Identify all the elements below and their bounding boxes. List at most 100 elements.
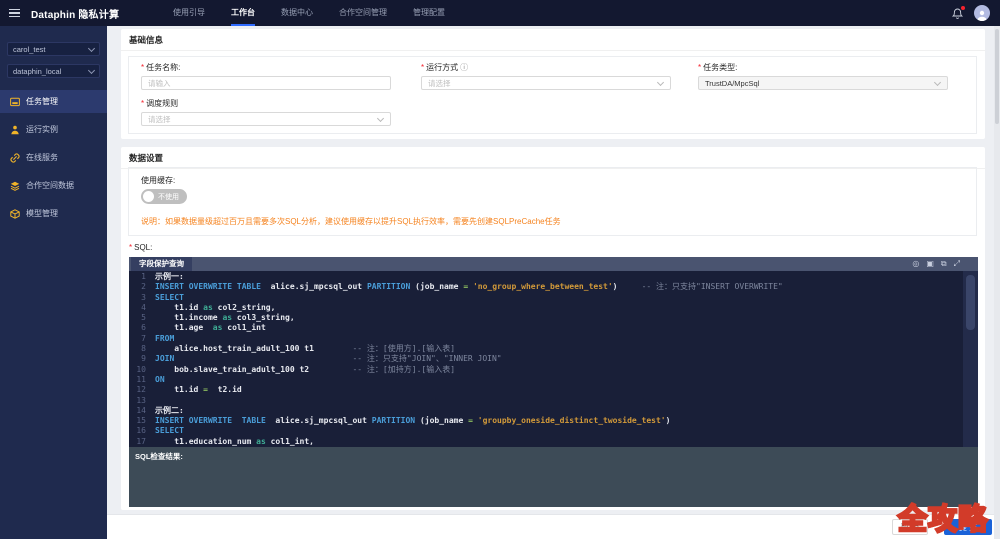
required-mark: * — [141, 63, 144, 72]
sidebar-item-1[interactable]: 运行实例 — [0, 118, 107, 141]
section-title-basic-info: 基础信息 — [121, 29, 985, 51]
required-mark: * — [129, 243, 132, 252]
editor-scrollbar-thumb[interactable] — [966, 275, 975, 330]
top-nav-item-2[interactable]: 数据中心 — [281, 0, 313, 26]
chevron-down-icon — [934, 79, 941, 86]
required-mark: * — [141, 99, 144, 108]
person-icon — [10, 125, 20, 135]
field-task-name: *任务名称: 请输入 — [141, 62, 391, 90]
code-line: 16SELECT — [133, 426, 963, 436]
page-scrollbar-thumb[interactable] — [995, 29, 999, 124]
code-line: 11ON — [133, 375, 963, 385]
code-line: 15INSERT OVERWRITE TABLE alice.sj_mpcsql… — [133, 416, 963, 426]
code-line: 4 t1.id as col2_string, — [133, 303, 963, 313]
topbar-actions — [952, 0, 990, 26]
cube-icon — [10, 209, 20, 219]
user-avatar[interactable] — [974, 5, 990, 21]
section-title-data-settings: 数据设置 — [121, 147, 985, 169]
top-nav-item-1[interactable]: 工作台 — [231, 0, 255, 26]
code-line: 3SELECT — [133, 293, 963, 303]
cancel-button[interactable]: 取 消 — [892, 519, 928, 535]
workspace-select-value: carol_test — [13, 45, 46, 54]
run-mode-select[interactable]: 请选择 — [421, 76, 671, 90]
sidebar-item-label: 模型管理 — [26, 208, 58, 219]
submit-button[interactable]: 提 交 — [944, 519, 992, 535]
required-mark: * — [698, 63, 701, 72]
sidebar-item-2[interactable]: 在线服务 — [0, 146, 107, 169]
chevron-down-icon — [657, 79, 664, 86]
sql-check-result-panel: SQL检查结果: — [129, 447, 978, 507]
task-name-input[interactable]: 请输入 — [141, 76, 391, 90]
workspace-select[interactable]: carol_test — [7, 42, 100, 56]
cache-note: 说明：如果数据量级超过百万且需要多次SQL分析，建议使用缓存以提升SQL执行效率… — [141, 216, 561, 227]
top-nav: 使用引导 工作台 数据中心合作空间管理管理配置 — [173, 0, 445, 26]
editor-tab[interactable]: 字段保护查询 — [131, 257, 192, 271]
editor-header: 字段保护查询 ◎ ▣ ⧉ ⤢ — [129, 257, 978, 271]
field-run-mode: *运行方式ⓘ 请选择 — [421, 62, 671, 90]
chevron-down-icon — [88, 66, 95, 73]
top-nav-item-3[interactable]: 合作空间管理 — [339, 0, 387, 26]
sidebar-item-3[interactable]: 合作空间数据 — [0, 174, 107, 197]
schedule-rule-select[interactable]: 请选择 — [141, 112, 391, 126]
top-nav-item-0[interactable]: 使用引导 — [173, 0, 205, 26]
cache-panel: 使用缓存: 不使用 说明：如果数据量级超过百万且需要多次SQL分析，建议使用缓存… — [128, 167, 977, 236]
code-line: 14示例二: — [133, 406, 963, 416]
code-line: 17 t1.education_num as col1_int, — [133, 437, 963, 447]
basic-info-panel: *任务名称: 请输入 *运行方式ⓘ 请选择 *任务类型: TrustDA/Mpc… — [128, 56, 977, 134]
sidebar-item-label: 运行实例 — [26, 124, 58, 135]
link-icon — [10, 153, 20, 163]
sidebar-item-label: 合作空间数据 — [26, 180, 74, 191]
app-title: Dataphin 隐私计算 — [31, 6, 119, 21]
app-window: Dataphin 隐私计算 使用引导 工作台 数据中心合作空间管理管理配置 caro… — [0, 0, 1000, 539]
notification-dot — [961, 6, 965, 10]
project-select[interactable]: dataphin_local — [7, 64, 100, 78]
editor-toolbar: ◎ ▣ ⧉ ⤢ — [912, 257, 978, 271]
top-nav-item-4[interactable]: 管理配置 — [413, 0, 445, 26]
cache-toggle[interactable]: 不使用 — [141, 189, 187, 204]
field-schedule-rule: *调度规则 请选择 — [141, 98, 391, 126]
code-area[interactable]: 1示例一:2INSERT OVERWRITE TABLE alice.sj_mp… — [129, 271, 963, 447]
footer-bar: 取 消 提 交 — [107, 514, 1000, 539]
code-line: 9JOIN -- 注：只支持"JOIN"、"INNER JOIN" — [133, 354, 963, 364]
required-mark: * — [421, 63, 424, 72]
sidebar-item-0[interactable]: 任务管理 — [0, 90, 107, 113]
chevron-down-icon — [88, 44, 95, 51]
code-line: 1示例一: — [133, 272, 963, 282]
code-line: 13 — [133, 396, 963, 406]
code-line: 10 bob.slave_train_adult_100 t2 -- 注：[加持… — [133, 365, 963, 375]
sql-check-result-label: SQL检查结果: — [135, 452, 183, 461]
data-settings-section: 数据设置 使用缓存: 不使用 说明：如果数据量级超过百万且需要多次SQL分析，建… — [121, 147, 985, 510]
notification-bell-icon[interactable] — [952, 7, 963, 19]
sidebar: carol_test dataphin_local 任务管理运行实例在线服务合作… — [0, 26, 107, 539]
sidebar-item-label: 任务管理 — [26, 96, 58, 107]
code-line: 8 alice.host_train_adult_100 t1 -- 注：[使用… — [133, 344, 963, 354]
fullscreen-icon[interactable]: ⤢ — [954, 257, 960, 271]
toggle-knob-icon — [143, 191, 154, 202]
format-icon[interactable]: ◎ — [912, 257, 919, 271]
layers-icon — [10, 181, 20, 191]
sql-label: *SQL: — [129, 243, 152, 252]
editor-scrollbar — [963, 271, 978, 447]
field-task-type: *任务类型: TrustDA/MpcSql — [698, 62, 948, 90]
basic-info-section: 基础信息 *任务名称: 请输入 *运行方式ⓘ 请选择 *任务类型: TrustD… — [121, 29, 985, 139]
task-type-select[interactable]: TrustDA/MpcSql — [698, 76, 948, 90]
code-line: 2INSERT OVERWRITE TABLE alice.sj_mpcsql_… — [133, 282, 963, 292]
cache-label: 使用缓存: — [141, 175, 175, 186]
code-line: 5 t1.income as col3_string, — [133, 313, 963, 323]
window-icon — [10, 97, 20, 107]
chevron-down-icon — [377, 115, 384, 122]
sidebar-item-4[interactable]: 模型管理 — [0, 202, 107, 225]
sidebar-item-label: 在线服务 — [26, 152, 58, 163]
code-line: 7FROM — [133, 334, 963, 344]
project-select-value: dataphin_local — [13, 67, 61, 76]
menu-icon[interactable] — [9, 9, 20, 18]
toggle-label: 不使用 — [158, 192, 179, 202]
info-icon[interactable]: ⓘ — [460, 62, 468, 73]
sql-editor: 字段保护查询 ◎ ▣ ⧉ ⤢ 1示例一:2INSERT OVERWRITE TABLE… — [129, 257, 978, 447]
code-line: 6 t1.age as col1_int — [133, 323, 963, 333]
panel-icon[interactable]: ▣ — [926, 257, 934, 271]
code-line: 12 t1.id = t2.id — [133, 385, 963, 395]
copy-icon[interactable]: ⧉ — [941, 257, 947, 271]
topbar: Dataphin 隐私计算 使用引导 工作台 数据中心合作空间管理管理配置 — [0, 0, 1000, 26]
page-scrollbar — [994, 26, 1000, 539]
